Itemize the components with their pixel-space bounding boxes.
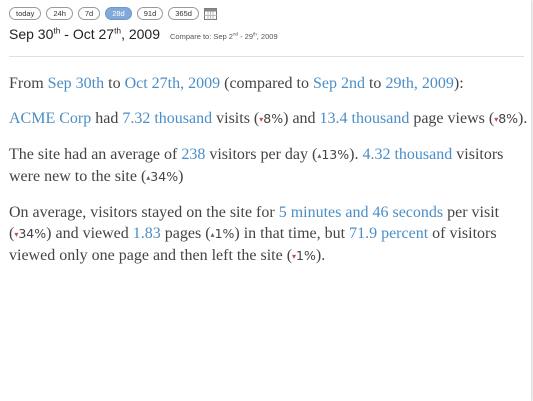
bounce-rate-value[interactable]: 71.9 percent: [349, 225, 428, 242]
pages-delta: ▴1%: [210, 226, 235, 241]
company-link[interactable]: ACME Corp: [9, 110, 91, 127]
visitors-paragraph: The site had an average of 238 visitors …: [9, 146, 504, 185]
visits-paragraph: ACME Corp had 7.32 thousand visits (▾8%)…: [9, 110, 528, 127]
pageviews-value[interactable]: 13.4 thousand: [320, 110, 410, 127]
pages-per-visit-value[interactable]: 1.83: [133, 225, 161, 242]
visits-delta: ▾8%: [259, 111, 284, 126]
avg-visitors-delta: ▴13%: [317, 147, 350, 162]
compare-range-label: Compare to: Sep 2nd - 29th, 2009: [170, 31, 278, 41]
range-91d-button[interactable]: 91d: [136, 6, 164, 20]
visits-summary-panel: today 24h 7d 28d 91d 365d Sep 30th - Oct…: [0, 0, 532, 401]
compare-start-link[interactable]: Sep 2nd: [313, 75, 365, 92]
range-365d-button[interactable]: 365d: [168, 6, 199, 20]
range-7d-button[interactable]: 7d: [77, 6, 101, 20]
summary-text: From Sep 30th to Oct 27th, 2009 (compare…: [9, 73, 529, 281]
date-range-title: Sep 30th - Oct 27th, 2009: [9, 25, 161, 42]
calendar-icon[interactable]: [203, 7, 217, 20]
avg-visitors-value[interactable]: 238: [181, 146, 205, 163]
bounce-delta: ▾1%: [292, 248, 316, 263]
date-range-selector: today 24h 7d 28d 91d 365d: [9, 6, 217, 20]
summary-range-paragraph: From Sep 30th to Oct 27th, 2009 (compare…: [9, 75, 464, 92]
start-date-link[interactable]: Sep 30th: [48, 75, 104, 92]
range-24h-button[interactable]: 24h: [46, 6, 73, 20]
range-28d-button[interactable]: 28d: [105, 6, 132, 20]
pageviews-delta: ▾8%: [494, 111, 519, 126]
duration-value[interactable]: 5 minutes and 46 seconds: [279, 204, 443, 221]
new-visitors-delta: ▴34%: [146, 169, 179, 184]
duration-delta: ▾34%: [14, 226, 47, 241]
new-visitors-value[interactable]: 4.32 thousand: [362, 146, 452, 163]
engagement-paragraph: On average, visitors stayed on the site …: [9, 204, 500, 264]
end-date-link[interactable]: Oct 27th, 2009: [125, 75, 221, 92]
date-range-header: Sep 30th - Oct 27th, 2009 Compare to: Se…: [9, 26, 524, 57]
range-today-button[interactable]: today: [9, 6, 42, 20]
visits-value[interactable]: 7.32 thousand: [122, 110, 212, 127]
compare-end-link[interactable]: 29th, 2009: [385, 75, 453, 92]
